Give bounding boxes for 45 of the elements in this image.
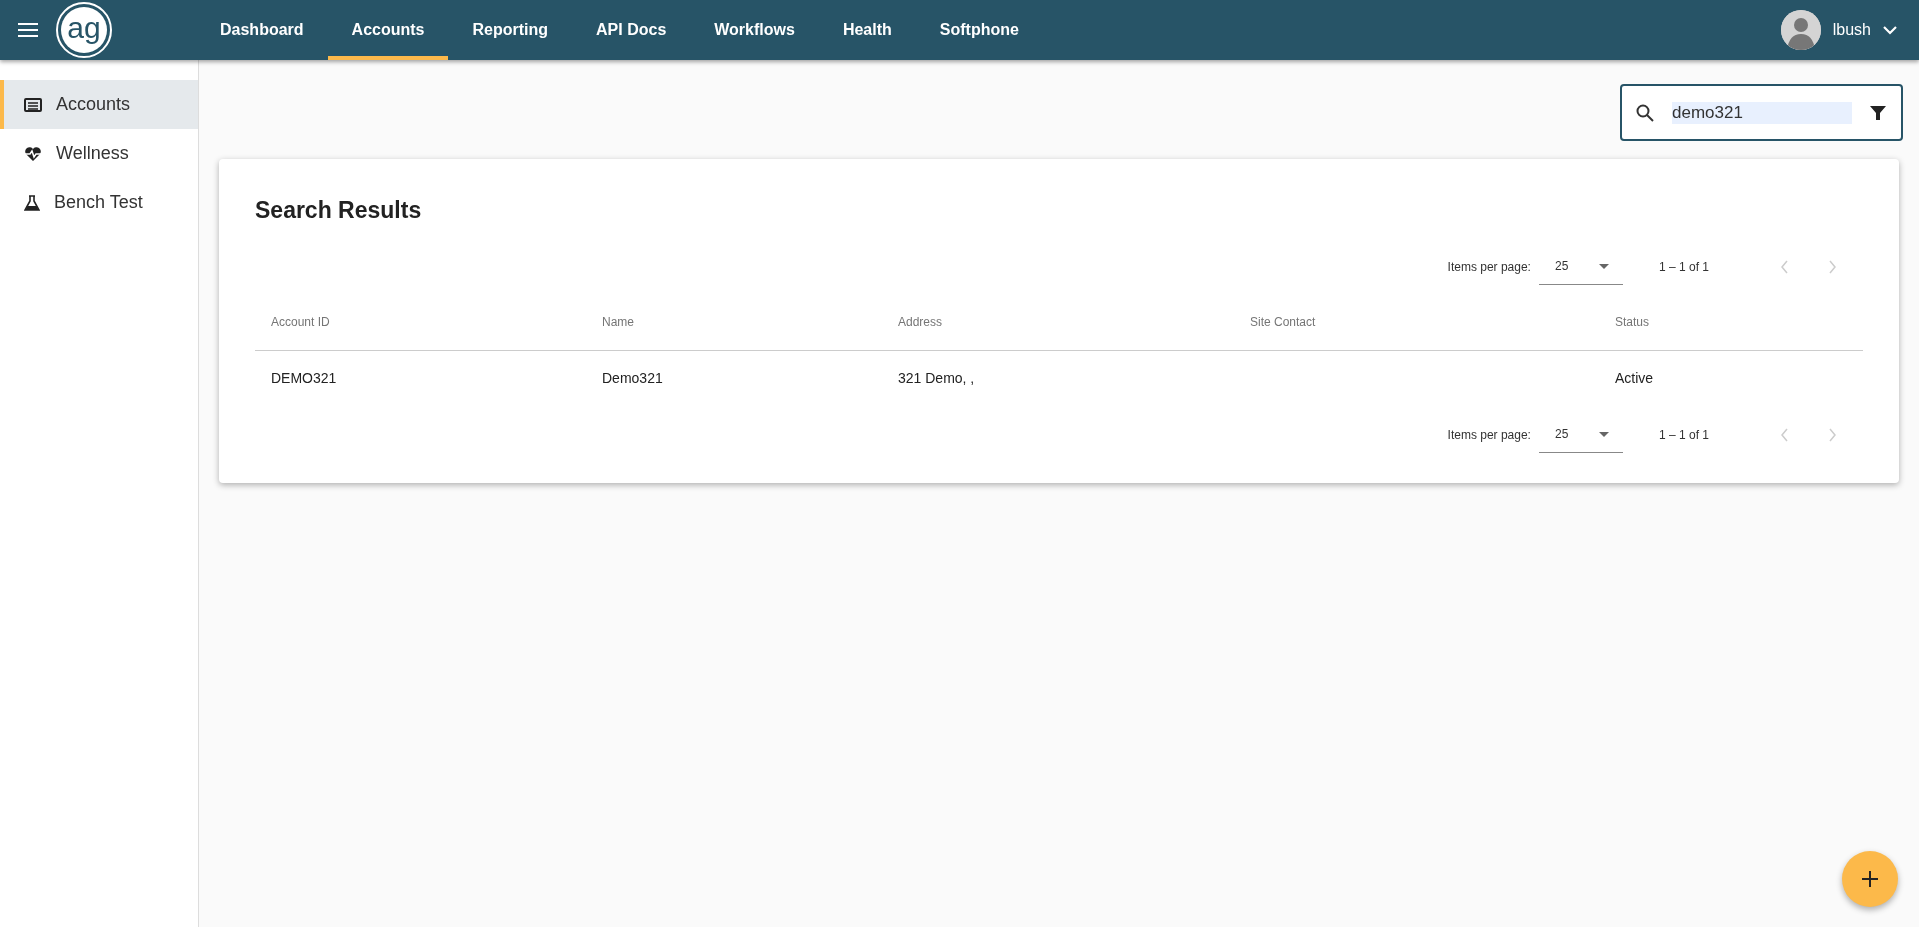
column-header: Account ID [270,314,331,332]
column-header: Status [1615,314,1651,332]
column-header: Address [898,314,944,332]
column-header: Name [602,314,635,332]
sidebar-item[interactable]: Bench Test [0,178,198,227]
page-range-label: 1 – 1 of 1 [1658,258,1709,276]
page-range-label: 1 – 1 of 1 [1658,426,1709,444]
results-title: Search Results [255,197,423,225]
nav-tab[interactable]: Reporting [448,0,573,60]
table-row[interactable]: DEMO321 Demo321 321 Demo, , Active [255,350,1863,407]
nav-tab[interactable]: Softphone [915,0,1043,60]
items-per-page-label: Items per page: [1447,426,1531,444]
nav-tab[interactable]: Health [818,0,916,60]
flask-icon [24,194,40,211]
table-cell-text: Demo321 [602,369,664,389]
search-input[interactable]: demo321 [1672,101,1852,124]
nav-tab[interactable]: API Docs [572,0,691,60]
logo: ag [56,2,112,58]
dropdown-caret-icon [1598,263,1609,269]
nav-tab[interactable]: Workflows [690,0,819,60]
chevron-down-icon[interactable] [1883,25,1897,35]
nav-tab[interactable]: Accounts [327,0,449,60]
dropdown-caret-icon [1598,431,1609,437]
avatar-icon[interactable] [1780,10,1821,50]
page-size-select[interactable]: 25 [1538,416,1623,453]
user-name[interactable]: lbush [1832,18,1871,42]
table-cell-text: DEMO321 [270,369,338,389]
chevron-right-icon [1829,427,1837,442]
table-cell-text: 321 Demo, , [898,369,976,389]
heart-pulse-icon [24,145,42,162]
chevron-left-icon [1781,259,1789,274]
nav-tab[interactable]: Dashboard [196,0,328,60]
column-header: Site Contact [1250,314,1317,332]
table-cell-text: Active [1615,369,1655,389]
list-icon [24,97,42,112]
page-size-select[interactable]: 25 [1538,248,1623,285]
items-per-page-label: Items per page: [1447,258,1531,276]
sidebar-item[interactable]: Wellness [0,129,198,178]
add-button[interactable] [1842,851,1898,907]
sidebar-item[interactable]: Accounts [0,80,198,129]
search-icon [1636,103,1654,122]
chevron-left-icon [1781,427,1789,442]
chevron-right-icon [1829,259,1837,274]
plus-icon [1862,871,1878,887]
filter-icon[interactable] [1870,104,1886,121]
